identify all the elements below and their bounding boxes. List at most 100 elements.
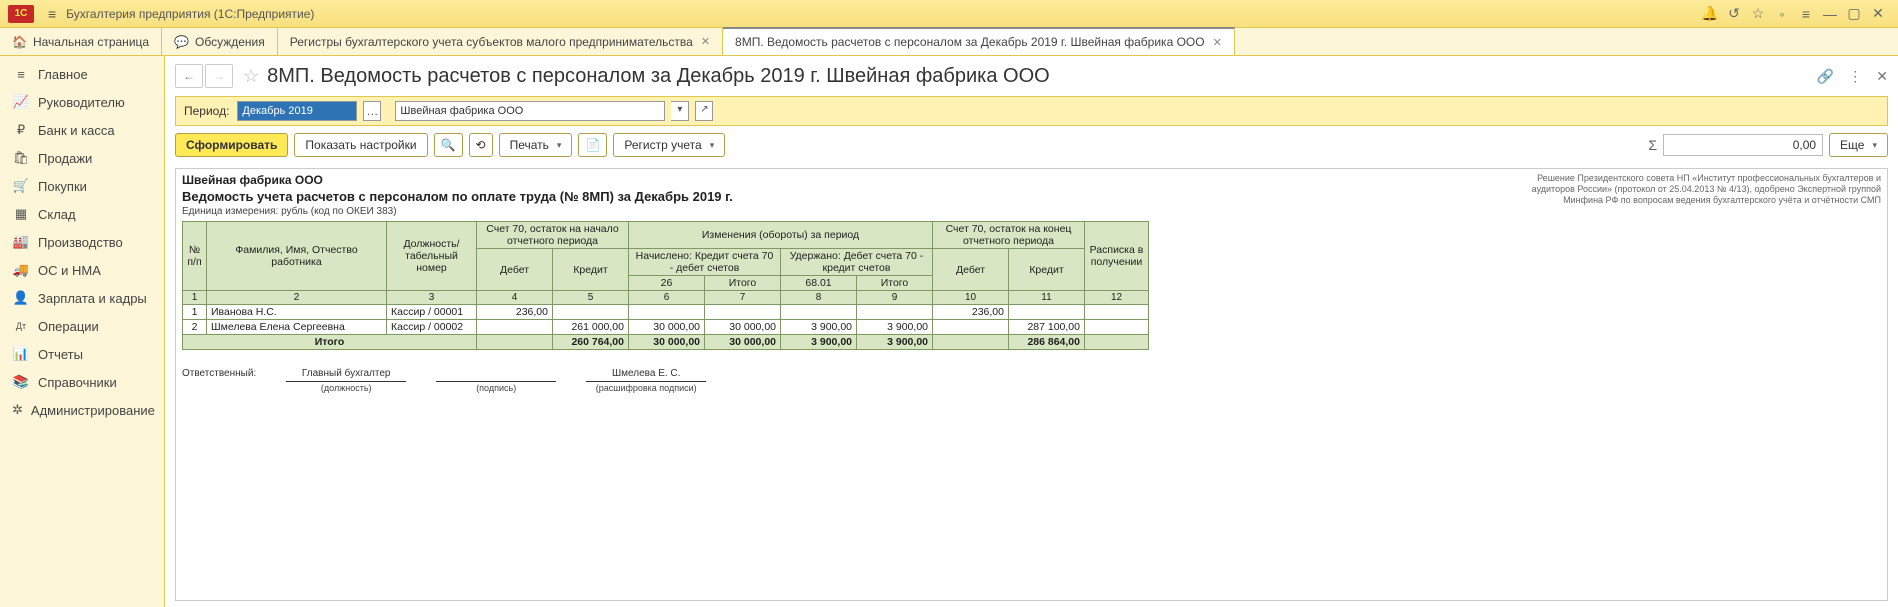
history-icon[interactable]: ↺ xyxy=(1722,5,1746,22)
app-logo: 1C xyxy=(8,5,34,23)
tab-registers-label: Регистры бухгалтерского учета субъектов … xyxy=(290,35,693,49)
cell: 286 864,00 xyxy=(1009,335,1085,350)
sign-value xyxy=(436,368,556,379)
close-window-icon[interactable]: ✕ xyxy=(1866,5,1890,22)
sigma-icon: Σ xyxy=(1648,137,1657,153)
signatures-block: Ответственный: Главный бухгалтер (должно… xyxy=(182,368,1881,393)
cell xyxy=(477,335,553,350)
cell xyxy=(933,320,1009,335)
sidebar-item-purchases[interactable]: 🛒Покупки xyxy=(0,172,164,200)
main-menu-icon[interactable]: ≡ xyxy=(48,6,56,22)
home-icon: 🏠 xyxy=(12,35,27,49)
zoom-reset-button[interactable]: ⟲ xyxy=(469,133,493,157)
app-title: Бухгалтерия предприятия (1С:Предприятие) xyxy=(66,7,314,21)
sidebar-item-catalogs[interactable]: 📚 Справочники xyxy=(0,368,164,396)
tab-home[interactable]: 🏠 Начальная страница xyxy=(0,28,162,55)
cell: 30 000,00 xyxy=(705,320,781,335)
th-credit-end: Кредит xyxy=(1009,249,1085,291)
colnum: 1 xyxy=(183,291,207,305)
more-lines-icon[interactable]: ≡ xyxy=(1794,6,1818,22)
sidebar-item-label: Продажи xyxy=(38,151,92,166)
period-picker-button[interactable]: … xyxy=(363,101,381,121)
sidebar-item-sales[interactable]: 🛍Продажи xyxy=(0,144,164,172)
sidebar-item-production[interactable]: 🏭Производство xyxy=(0,228,164,256)
sidebar-item-manager[interactable]: 📈Руководителю xyxy=(0,88,164,116)
sidebar-item-label: Производство xyxy=(38,235,123,250)
minimize-icon[interactable]: — xyxy=(1818,6,1842,22)
maximize-icon[interactable]: ▢ xyxy=(1842,5,1866,22)
table-row[interactable]: 2 Шмелева Елена Сергеевна Кассир / 00002… xyxy=(183,320,1149,335)
chart-icon: 📈 xyxy=(12,94,30,110)
favorite-star-icon[interactable]: ☆ xyxy=(243,66,259,87)
colnum: 7 xyxy=(705,291,781,305)
organization-input[interactable]: Швейная фабрика ООО xyxy=(395,101,665,121)
sidebar-item-reports[interactable]: 📊Отчеты xyxy=(0,340,164,368)
kebab-icon[interactable]: ⋮ xyxy=(1848,68,1862,85)
table-row[interactable]: 1 Иванова Н.С. Кассир / 00001 236,00 236… xyxy=(183,305,1149,320)
cell xyxy=(933,335,1009,350)
sidebar-item-label: Зарплата и кадры xyxy=(38,291,147,306)
cell-fio: Шмелева Елена Сергеевна xyxy=(207,320,387,335)
tab-registers[interactable]: Регистры бухгалтерского учета субъектов … xyxy=(278,28,723,55)
colnum: 2 xyxy=(207,291,387,305)
sidebar-item-warehouse[interactable]: ▦Склад xyxy=(0,200,164,228)
org-open-button[interactable]: ↗ xyxy=(695,101,713,121)
org-dropdown-button[interactable]: ▾ xyxy=(671,101,689,121)
resolution-line: Решение Президентского совета НП «Инстит… xyxy=(1532,173,1881,184)
register-button[interactable]: Регистр учета xyxy=(613,133,725,157)
colnum: 10 xyxy=(933,291,1009,305)
period-input[interactable]: Декабрь 2019 xyxy=(237,101,357,121)
tab-active-report[interactable]: 8МП. Ведомость расчетов с персоналом за … xyxy=(723,27,1235,55)
nav-back-button[interactable]: ← xyxy=(175,64,203,88)
sidebar-item-admin[interactable]: ✲Администрирование xyxy=(0,396,164,424)
nav-forward-button[interactable]: → xyxy=(205,64,233,88)
sidebar-item-salary[interactable]: 👤Зарплата и кадры xyxy=(0,284,164,312)
th-accrued: Начислено: Кредит счета 70 - дебет счето… xyxy=(629,249,781,276)
tab-close-icon[interactable]: ✕ xyxy=(701,35,710,48)
resolution-line: аудиторов России» (протокол от 25.04.201… xyxy=(1532,184,1881,195)
sidebar-item-label: Покупки xyxy=(38,179,87,194)
cell xyxy=(705,305,781,320)
print-button[interactable]: Печать xyxy=(499,133,573,157)
grid-icon: ▦ xyxy=(12,206,30,222)
sidebar-item-operations[interactable]: ДтОперации xyxy=(0,312,164,340)
colnum: 5 xyxy=(553,291,629,305)
cell xyxy=(477,320,553,335)
circle-icon[interactable]: ◦ xyxy=(1770,6,1794,22)
cell: 3 900,00 xyxy=(781,320,857,335)
bell-icon[interactable]: 🔔 xyxy=(1698,5,1722,22)
cell-n: 1 xyxy=(183,305,207,320)
sidebar-item-label: Справочники xyxy=(38,375,117,390)
cell xyxy=(857,305,933,320)
parameters-bar: Период: Декабрь 2019 … Швейная фабрика О… xyxy=(175,96,1888,126)
sidebar-item-main[interactable]: ≡Главное xyxy=(0,60,164,88)
sidebar-item-bank[interactable]: ₽Банк и касса xyxy=(0,116,164,144)
report-title: Ведомость учета расчетов с персоналом по… xyxy=(182,189,733,204)
form-button[interactable]: Сформировать xyxy=(175,133,288,157)
position-value: Главный бухгалтер xyxy=(286,368,406,379)
cell-job: Кассир / 00002 xyxy=(387,320,477,335)
colnum: 11 xyxy=(1009,291,1085,305)
column-numbers-row: 1 2 3 4 5 6 7 8 9 10 11 12 xyxy=(183,291,1149,305)
tab-active-label: 8МП. Ведомость расчетов с персоналом за … xyxy=(735,35,1205,49)
document-title: 8МП. Ведомость расчетов с персоналом за … xyxy=(267,65,1050,88)
link-icon[interactable]: 🔗 xyxy=(1817,68,1834,85)
sidebar-item-label: Отчеты xyxy=(38,347,83,362)
th-itogo1: Итого xyxy=(705,276,781,291)
zoom-in-button[interactable]: 🔍 xyxy=(434,133,463,157)
cell: 3 900,00 xyxy=(857,320,933,335)
tab-close-icon[interactable]: ✕ xyxy=(1213,36,1222,49)
sign-label: (подпись) xyxy=(436,381,556,393)
th-n: № п/п xyxy=(183,222,207,291)
books-icon: 📚 xyxy=(12,374,30,390)
tab-discussions[interactable]: 💬 Обсуждения xyxy=(162,28,278,55)
close-icon[interactable]: ✕ xyxy=(1876,68,1888,85)
sidebar-item-assets[interactable]: 🚚ОС и НМА xyxy=(0,256,164,284)
export-button[interactable]: 📄 xyxy=(578,133,607,157)
report-table: № п/п Фамилия, Имя, Отчество работника Д… xyxy=(182,221,1149,350)
cell-n: 2 xyxy=(183,320,207,335)
more-button[interactable]: Еще xyxy=(1829,133,1888,157)
star-icon[interactable]: ☆ xyxy=(1746,5,1770,22)
show-settings-button[interactable]: Показать настройки xyxy=(294,133,427,157)
sidebar-item-label: Операции xyxy=(38,319,99,334)
